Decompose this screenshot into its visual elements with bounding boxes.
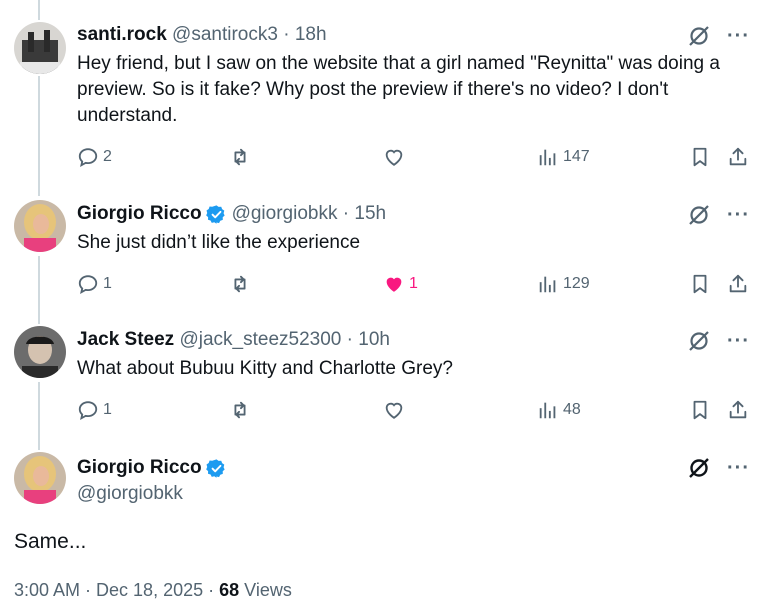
avatar[interactable] (14, 326, 66, 378)
bar-chart-icon (539, 402, 556, 419)
bookmark-button[interactable] (689, 146, 711, 168)
share-button[interactable] (727, 146, 749, 168)
reply-button[interactable]: 2 (77, 146, 112, 168)
author-name[interactable]: santi.rock (77, 23, 167, 47)
repost-arrows-icon (234, 275, 246, 293)
grok-icon[interactable] (687, 456, 711, 480)
speech-bubble-icon (78, 148, 98, 168)
avatar[interactable] (14, 200, 66, 252)
repost-arrows-icon (234, 148, 246, 166)
reply-post[interactable]: Giorgio Ricco @giorgiobkk · 15h ··· She … (0, 196, 768, 322)
verified-badge-icon (205, 458, 227, 479)
reply-text: What about Bubuu Kitty and Charlotte Gre… (77, 358, 453, 379)
reply-button[interactable]: 1 (77, 273, 112, 295)
share-button[interactable] (727, 273, 749, 295)
separator: · (283, 24, 290, 45)
like-button[interactable] (383, 146, 405, 168)
post-time[interactable]: 18h (295, 23, 327, 47)
verified-badge-icon (205, 204, 227, 225)
heart-icon (386, 277, 402, 292)
like-count: 1 (409, 275, 418, 292)
more-icon[interactable]: ··· (727, 205, 750, 225)
views-count: 129 (563, 275, 590, 292)
views-count: 147 (563, 148, 590, 165)
like-button[interactable] (383, 399, 405, 421)
repost-button[interactable] (229, 399, 251, 421)
repost-button[interactable] (229, 273, 251, 295)
bookmark-button[interactable] (689, 399, 711, 421)
heart-icon (385, 149, 403, 166)
action-bar: 2 147 (77, 146, 757, 170)
separator: · (346, 329, 353, 350)
views-button[interactable]: 147 (537, 146, 590, 168)
bar-chart-icon (539, 149, 556, 166)
avatar[interactable] (14, 22, 66, 74)
more-icon[interactable]: ··· (727, 331, 750, 351)
reply-count: 2 (103, 148, 112, 165)
action-bar: 1 48 (77, 399, 757, 423)
avatar[interactable] (14, 452, 66, 504)
reply-text: Hey friend, but I saw on the website tha… (77, 53, 720, 126)
speech-bubble-icon (78, 275, 98, 295)
views-label: Views (244, 580, 292, 600)
reply-post[interactable]: Jack Steez @jack_steez52300 · 10h ··· Wh… (0, 322, 768, 448)
post-time[interactable]: 15h (354, 202, 386, 226)
author-handle[interactable]: @santirock3 (172, 23, 278, 47)
views-count: 68 (219, 580, 240, 600)
bookmark-button[interactable] (689, 273, 711, 295)
author-name[interactable]: Jack Steez (77, 328, 174, 352)
reply-button[interactable]: 1 (77, 399, 112, 421)
bookmark-icon (693, 400, 707, 420)
more-icon[interactable]: ··· (727, 26, 750, 46)
repost-button[interactable] (229, 146, 251, 168)
heart-icon (385, 402, 403, 419)
views-count: 48 (563, 401, 581, 418)
reply-count: 1 (103, 401, 112, 418)
share-button[interactable] (727, 399, 749, 421)
post-time[interactable]: 10h (358, 328, 390, 352)
bar-chart-icon (539, 276, 556, 293)
like-button[interactable]: 1 (383, 273, 418, 295)
author-name[interactable]: Giorgio Ricco (77, 456, 202, 480)
author-handle[interactable]: @jack_steez52300 (179, 328, 341, 352)
more-icon[interactable]: ··· (727, 458, 750, 478)
reply-text: She just didn’t like the experience (77, 232, 361, 253)
author-handle[interactable]: @giorgiobkk (77, 482, 183, 506)
author-handle[interactable]: @giorgiobkk (232, 202, 338, 226)
share-upload-icon (729, 147, 747, 166)
bookmark-icon (693, 147, 707, 167)
share-upload-icon (729, 400, 747, 419)
views-button[interactable]: 48 (537, 399, 581, 421)
speech-bubble-icon (78, 401, 98, 421)
share-upload-icon (729, 274, 747, 293)
grok-icon[interactable] (687, 329, 711, 353)
reply-post[interactable]: santi.rock @santirock3 · 18h ··· Hey fri… (0, 0, 768, 190)
repost-arrows-icon (234, 401, 246, 419)
action-bar: 1 1 129 (77, 273, 757, 297)
grok-icon[interactable] (687, 24, 711, 48)
main-post-text: Same... (14, 530, 87, 553)
reply-count: 1 (103, 275, 112, 292)
post-timestamp[interactable]: 3:00 AM · Dec 18, 2025 · (14, 580, 214, 600)
author-name[interactable]: Giorgio Ricco (77, 202, 202, 226)
grok-icon[interactable] (687, 203, 711, 227)
views-button[interactable]: 129 (537, 273, 590, 295)
post-meta: 3:00 AM · Dec 18, 2025 · 68 Views (14, 580, 292, 601)
bookmark-icon (693, 274, 707, 294)
separator: · (342, 203, 350, 224)
